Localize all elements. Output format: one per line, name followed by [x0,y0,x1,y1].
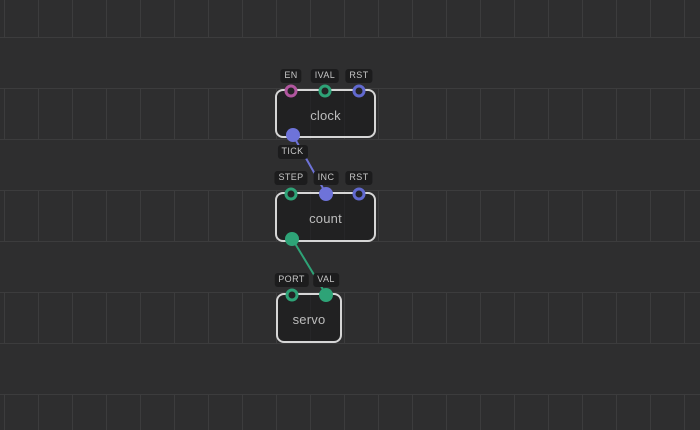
count-out-output-port[interactable] [285,232,299,246]
clock-tick-output-port[interactable] [286,128,300,142]
node-servo-label: servo [293,309,326,327]
servo-port-input-port[interactable] [285,288,298,301]
node-clock-label: clock [310,105,341,123]
node-servo[interactable]: servo [276,293,342,343]
node-count-label: count [309,208,342,226]
clock-rst-input-port[interactable] [353,84,366,97]
count-step-input-port[interactable] [285,187,298,200]
node-canvas[interactable]: clockcountservo ENIVALRSTTICKSTEPINCRSTP… [0,0,700,430]
clock-ival-input-port[interactable] [319,84,332,97]
count-inc-input-port[interactable] [319,187,333,201]
servo-val-input-port[interactable] [319,288,333,302]
nodes-layer: clock count servo [0,0,700,430]
clock-en-input-port[interactable] [285,84,298,97]
count-rst-input-port[interactable] [353,187,366,200]
